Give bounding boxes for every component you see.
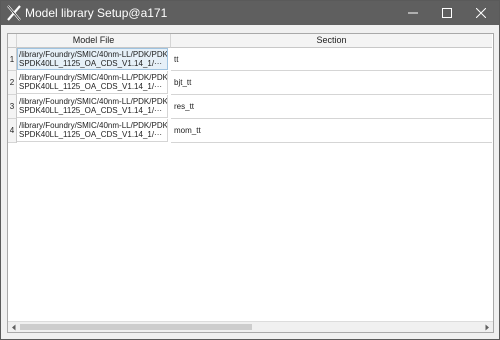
window-title: Model library Setup@a171 bbox=[25, 6, 168, 20]
column-header-section[interactable]: Section bbox=[171, 34, 492, 48]
close-button[interactable] bbox=[465, 1, 497, 25]
maximize-button[interactable] bbox=[431, 1, 463, 25]
scrollbar-thumb[interactable] bbox=[20, 324, 252, 330]
minimize-button[interactable] bbox=[397, 1, 429, 25]
row-header[interactable]: 3 bbox=[8, 95, 17, 119]
model-file-path-line: /library/Foundry/SMIC/40nm-LL/PDK/PDK/ bbox=[19, 50, 167, 59]
model-file-path-line: /library/Foundry/SMIC/40nm-LL/PDK/PDK/ bbox=[19, 73, 167, 82]
row-header[interactable]: 4 bbox=[8, 119, 17, 143]
model-file-cell[interactable]: /library/Foundry/SMIC/40nm-LL/PDK/PDK/ S… bbox=[17, 95, 168, 118]
maximize-icon bbox=[442, 8, 452, 18]
row-header[interactable]: 2 bbox=[8, 71, 17, 95]
column-header-model-file[interactable]: Model File bbox=[17, 34, 171, 48]
model-library-window: Model library Setup@a171 Model File Sect… bbox=[0, 0, 500, 340]
horizontal-scrollbar[interactable] bbox=[8, 321, 493, 332]
model-file-cell[interactable]: /library/Foundry/SMIC/40nm-LL/PDK/PDK/ S… bbox=[17, 71, 168, 94]
model-file-path-line: /library/Foundry/SMIC/40nm-LL/PDK/PDK/ bbox=[19, 97, 167, 106]
section-cell[interactable]: tt bbox=[171, 48, 492, 71]
scroll-right-icon[interactable] bbox=[483, 324, 491, 331]
close-icon bbox=[476, 8, 486, 18]
scroll-left-icon[interactable] bbox=[10, 324, 18, 331]
section-cell[interactable]: mom_tt bbox=[171, 119, 492, 143]
model-file-path-line: /library/Foundry/SMIC/40nm-LL/PDK/PDK/ bbox=[19, 121, 167, 130]
model-file-path-line: SPDK40LL_1125_OA_CDS_V1.14_1/··· bbox=[19, 130, 163, 139]
section-cell[interactable]: bjt_tt bbox=[171, 71, 492, 95]
row-header[interactable]: 1 bbox=[8, 48, 17, 71]
section-cell[interactable]: res_tt bbox=[171, 95, 492, 119]
model-file-path-line: SPDK40LL_1125_OA_CDS_V1.14_1/··· bbox=[19, 59, 163, 68]
model-file-cell[interactable]: /library/Foundry/SMIC/40nm-LL/PDK/PDK/ S… bbox=[17, 119, 168, 142]
model-file-path-line: SPDK40LL_1125_OA_CDS_V1.14_1/··· bbox=[19, 82, 163, 91]
title-bar[interactable]: Model library Setup@a171 bbox=[1, 1, 499, 25]
table-corner-header[interactable] bbox=[8, 34, 17, 48]
model-table: Model File Section 1 /library/Foundry/SM… bbox=[7, 33, 494, 333]
model-file-path-line: SPDK40LL_1125_OA_CDS_V1.14_1/··· bbox=[19, 106, 163, 115]
model-file-cell[interactable]: /library/Foundry/SMIC/40nm-LL/PDK/PDK/ S… bbox=[17, 48, 168, 70]
x-app-icon bbox=[7, 5, 21, 21]
minimize-icon bbox=[408, 12, 418, 14]
